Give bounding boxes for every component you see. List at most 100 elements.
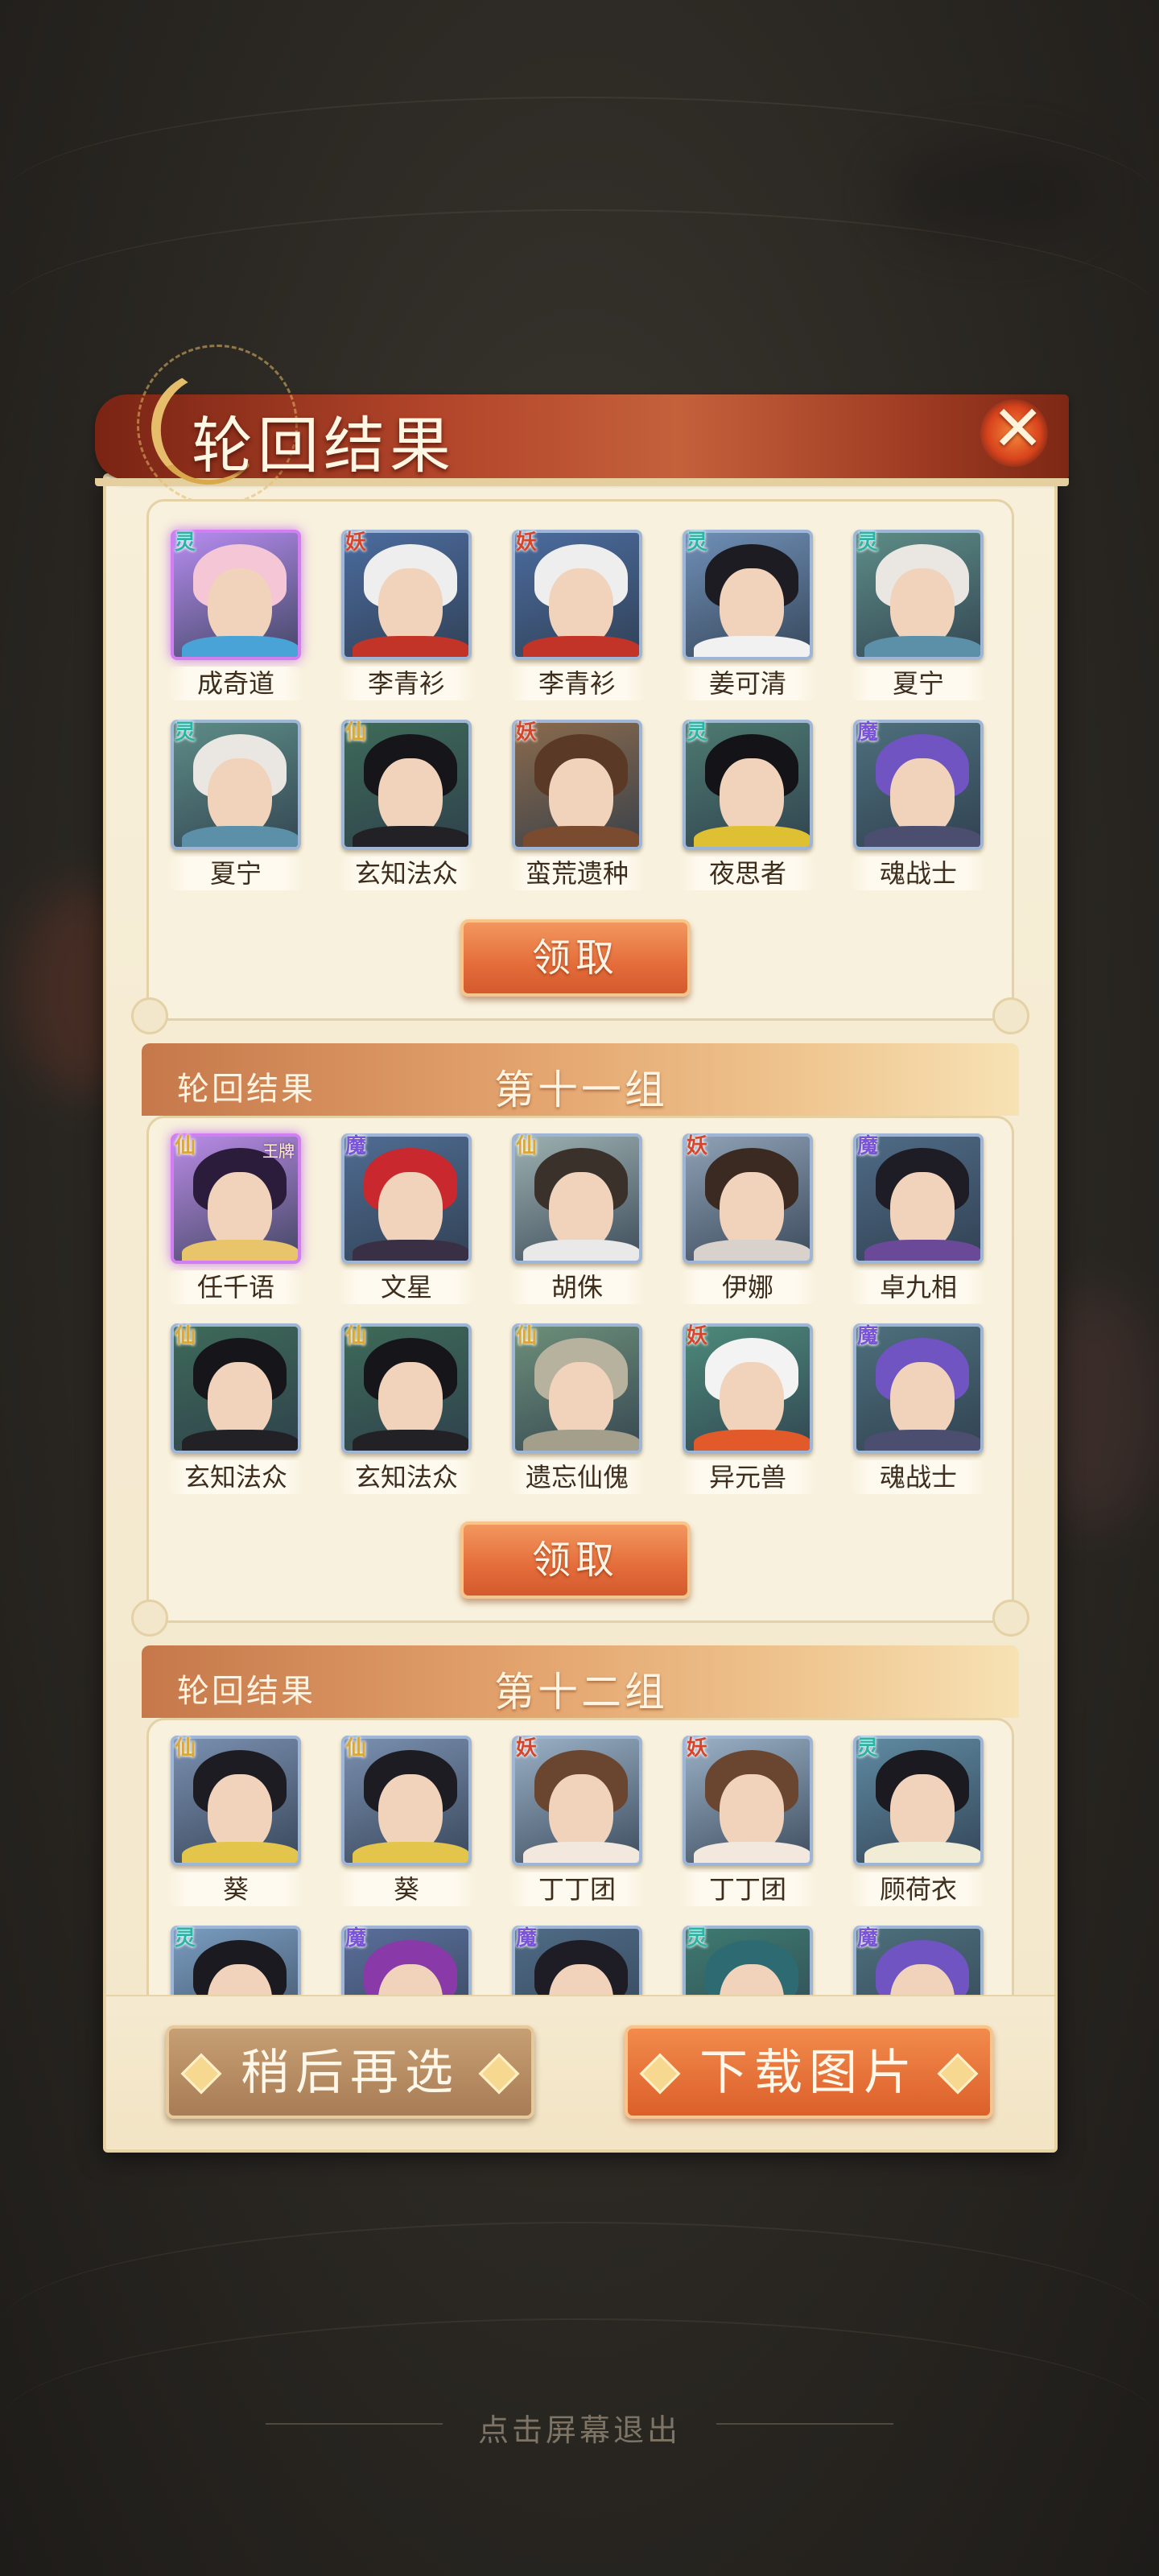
hero-face <box>378 1774 443 1852</box>
faction-badge-icon: 妖 <box>686 1736 707 1761</box>
hero-card[interactable]: 妖蛮荒遗种 <box>509 720 645 897</box>
results-scroll-area[interactable]: 领取 轮回结果 第十一组 领取 轮回结果 第十二组 灵成奇道妖李青衫妖李青衫灵姜… <box>106 499 1054 1995</box>
hero-card[interactable]: 仙玄知法众 <box>338 720 475 897</box>
faction-badge-icon: 魔 <box>856 1134 878 1158</box>
hero-name: 夏宁 <box>167 857 304 890</box>
hero-name: 遗忘仙傀 <box>509 1460 645 1494</box>
hero-card[interactable]: 灵 <box>167 1926 304 1995</box>
hero-face <box>890 1362 955 1439</box>
hero-name: 顾荷衣 <box>850 1872 987 1906</box>
claim-button-first[interactable]: 领取 <box>460 919 691 997</box>
download-image-button[interactable]: 下载图片 <box>625 2025 993 2119</box>
faction-badge-icon: 魔 <box>344 1926 366 1951</box>
claim-button-11[interactable]: 领取 <box>460 1521 691 1599</box>
hero-card[interactable]: 魔 <box>338 1926 475 1995</box>
hero-card[interactable]: 妖李青衫 <box>338 530 475 707</box>
faction-badge-icon: 妖 <box>515 720 537 745</box>
hero-card[interactable]: 魔魂战士 <box>850 720 987 897</box>
diamond-ornament-icon <box>478 2053 520 2095</box>
hero-card[interactable]: 仙葵 <box>338 1736 475 1913</box>
hero-face <box>890 1774 955 1852</box>
hero-name: 葵 <box>167 1872 304 1906</box>
faction-badge-icon: 灵 <box>856 530 878 555</box>
close-x-icon: ✕ <box>992 393 1045 465</box>
faction-badge-icon: 仙 <box>344 1736 366 1761</box>
hero-name: 夜思者 <box>679 857 816 890</box>
hero-card[interactable]: 妖李青衫 <box>509 530 645 707</box>
hero-card[interactable]: 妖伊娜 <box>679 1133 816 1311</box>
hero-card[interactable]: 灵夏宁 <box>167 720 304 897</box>
faction-badge-icon: 魔 <box>856 720 878 745</box>
choose-later-button[interactable]: 稍后再选 <box>166 2025 534 2119</box>
hero-card[interactable]: 妖异元兽 <box>679 1323 816 1501</box>
hero-robe <box>864 1430 980 1451</box>
faction-badge-icon: 灵 <box>174 720 196 745</box>
hero-card[interactable]: 妖丁丁团 <box>679 1736 816 1913</box>
hero-face <box>890 568 955 646</box>
hero-name: 夏宁 <box>850 667 987 700</box>
hero-robe <box>353 1430 468 1451</box>
group-number: 第十二组 <box>494 1669 668 1715</box>
hero-card[interactable]: 灵夏宁 <box>850 530 987 707</box>
group-header-label: 轮回结果 <box>177 1673 316 1710</box>
hero-face <box>549 758 613 836</box>
diamond-ornament-icon <box>639 2053 681 2095</box>
hero-card[interactable]: 魔魂战士 <box>850 1323 987 1501</box>
ace-corner-label: 王牌 <box>262 1141 295 1161</box>
hero-name: 卓九相 <box>850 1270 987 1304</box>
hero-card[interactable]: 灵 <box>679 1926 816 1995</box>
download-image-label: 下载图片 <box>699 2045 918 2101</box>
hero-card[interactable]: 灵姜可清 <box>679 530 816 707</box>
hero-face <box>549 568 613 646</box>
group-header-11: 轮回结果 第十一组 <box>142 1043 1019 1116</box>
faction-badge-icon: 魔 <box>515 1926 537 1951</box>
hero-name: 胡侏 <box>509 1270 645 1304</box>
hero-name: 文星 <box>338 1270 475 1304</box>
hero-card[interactable]: 魔 <box>850 1926 987 1995</box>
panel-title: 轮回结果 <box>192 410 456 481</box>
hero-card[interactable]: 灵夜思者 <box>679 720 816 897</box>
faction-badge-icon: 仙 <box>174 1134 196 1158</box>
close-button[interactable]: ✕ <box>967 391 1062 472</box>
hero-face <box>890 1172 955 1249</box>
hero-robe <box>353 826 468 847</box>
hero-name: 李青衫 <box>338 667 475 700</box>
faction-badge-icon: 灵 <box>686 1926 707 1951</box>
faction-badge-icon: 魔 <box>856 1926 878 1951</box>
hero-name: 玄知法众 <box>338 857 475 890</box>
exit-hint[interactable]: 点击屏幕退出 <box>0 2405 1159 2450</box>
faction-badge-icon: 妖 <box>344 530 366 555</box>
faction-badge-icon: 灵 <box>174 1926 196 1951</box>
hero-robe <box>353 1842 468 1863</box>
faction-badge-icon: 妖 <box>686 1134 707 1158</box>
hero-robe <box>523 1430 639 1451</box>
hero-card[interactable]: 灵顾荷衣 <box>850 1736 987 1913</box>
hero-card[interactable]: 灵成奇道 <box>167 530 304 707</box>
hero-card[interactable]: 仙葵 <box>167 1736 304 1913</box>
faction-badge-icon: 灵 <box>686 720 707 745</box>
hero-card[interactable]: 仙玄知法众 <box>338 1323 475 1501</box>
faction-badge-icon: 仙 <box>344 1324 366 1348</box>
faction-badge-icon: 魔 <box>856 1324 878 1348</box>
hero-name: 成奇道 <box>167 667 304 700</box>
hero-robe <box>523 1842 639 1863</box>
faction-badge-icon: 灵 <box>174 530 196 555</box>
hero-card[interactable]: 仙胡侏 <box>509 1133 645 1311</box>
hero-name: 姜可清 <box>679 667 816 700</box>
faction-badge-icon: 妖 <box>515 1736 537 1761</box>
hero-face <box>208 1362 272 1439</box>
hero-name: 异元兽 <box>679 1460 816 1494</box>
hero-card[interactable]: 魔 <box>509 1926 645 1995</box>
hero-card[interactable]: 妖丁丁团 <box>509 1736 645 1913</box>
hero-face <box>720 1172 784 1249</box>
hero-card[interactable]: 魔卓九相 <box>850 1133 987 1311</box>
hero-card[interactable]: 魔文星 <box>338 1133 475 1311</box>
hero-robe <box>694 1240 810 1261</box>
hero-card[interactable]: 仙玄知法众 <box>167 1323 304 1501</box>
hero-card[interactable]: 王牌 仙任千语 <box>167 1133 304 1311</box>
hero-name: 魂战士 <box>850 857 987 890</box>
hero-card[interactable]: 仙遗忘仙傀 <box>509 1323 645 1501</box>
hero-face <box>208 568 272 646</box>
hero-face <box>890 758 955 836</box>
hero-face <box>549 1362 613 1439</box>
